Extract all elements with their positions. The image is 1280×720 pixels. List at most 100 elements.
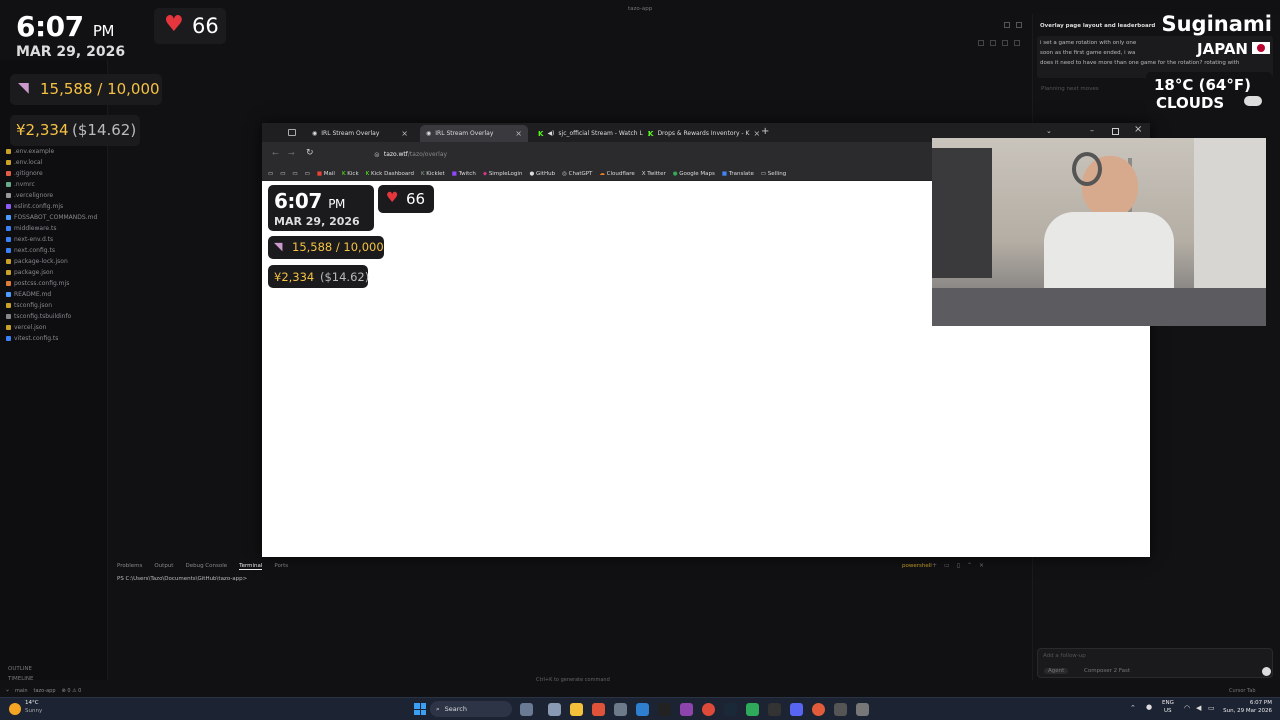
split-icon[interactable]: [1016, 22, 1022, 28]
app-icon[interactable]: [614, 703, 627, 716]
shell-name[interactable]: powershell: [902, 563, 932, 569]
file-item[interactable]: .gitignore: [6, 170, 43, 177]
bookmark-simplelogin[interactable]: ◆ SimpleLogin: [483, 171, 523, 177]
timeline-section[interactable]: TIMELINE: [8, 676, 33, 682]
refresh-icon[interactable]: [1002, 40, 1008, 46]
close-panel-icon[interactable]: ×: [979, 562, 984, 569]
windows-start-icon[interactable]: [414, 703, 426, 715]
cursor-icon[interactable]: [658, 703, 671, 716]
file-item[interactable]: package.json: [6, 269, 54, 276]
close-window-button[interactable]: ×: [1134, 124, 1142, 135]
terminal-prompt[interactable]: PS C:\Users\Tazo\Documents\GitHub\tazo-a…: [117, 576, 247, 582]
agent-mode-button[interactable]: Agent: [1044, 668, 1069, 674]
address-bar[interactable]: ⊜ tazo.wtf/tazo/overlay: [374, 148, 934, 161]
file-item[interactable]: package-lock.json: [6, 258, 68, 265]
app-icon[interactable]: [812, 703, 825, 716]
folder-icon[interactable]: ▭: [280, 171, 285, 177]
file-item[interactable]: .env.example: [6, 148, 54, 155]
tray-chevron-icon[interactable]: ⌃: [1130, 704, 1136, 712]
firefox-icon[interactable]: [592, 703, 605, 716]
file-item[interactable]: vitest.config.ts: [6, 335, 58, 342]
file-item[interactable]: postcss.config.mjs: [6, 280, 69, 287]
file-item[interactable]: FOSSABOT_COMMANDS.md: [6, 214, 97, 221]
desktop-icon[interactable]: [548, 703, 561, 716]
file-item[interactable]: tsconfig.json: [6, 302, 52, 309]
outline-section[interactable]: OUTLINE: [8, 666, 32, 672]
bookmark-selling[interactable]: ▭ Selling: [761, 171, 786, 177]
tab-debug-console[interactable]: Debug Console: [185, 563, 227, 569]
file-item[interactable]: next-env.d.ts: [6, 236, 53, 243]
bookmark-mail[interactable]: ■ Mail: [317, 171, 335, 177]
bookmark-chatgpt[interactable]: ◎ ChatGPT: [562, 171, 592, 177]
add-terminal-icon[interactable]: +: [932, 562, 937, 569]
tab-problems[interactable]: Problems: [117, 563, 142, 569]
tab-actions-icon[interactable]: [288, 129, 296, 136]
new-tab-button[interactable]: +: [761, 126, 769, 137]
volume-icon[interactable]: ◀: [1196, 704, 1201, 712]
close-tab-icon[interactable]: ×: [401, 129, 408, 138]
cursor-tab-status[interactable]: Cursor Tab: [1229, 688, 1256, 694]
browser-tab[interactable]: K Drops & Rewards Inventory - K ×: [642, 125, 760, 142]
maximize-panel-icon[interactable]: ⌃: [967, 562, 972, 569]
taskbar-weather-temp[interactable]: 14°C: [25, 700, 39, 706]
tab-output[interactable]: Output: [154, 563, 173, 569]
browser-tab[interactable]: ◉ IRL Stream Overlay ×: [306, 125, 414, 142]
branch-name[interactable]: main: [15, 688, 28, 694]
bookmark-kick[interactable]: K Kick: [342, 171, 359, 177]
file-item[interactable]: README.md: [6, 291, 51, 298]
bookmark-kick-dashboard[interactable]: K Kick Dashboard: [366, 171, 414, 177]
collapse-icon[interactable]: [1014, 40, 1020, 46]
folder-icon[interactable]: ▭: [305, 171, 310, 177]
tab-terminal[interactable]: Terminal: [239, 563, 263, 570]
new-folder-icon[interactable]: [990, 40, 996, 46]
tab-ports[interactable]: Ports: [274, 563, 288, 569]
folder-icon[interactable]: ▭: [292, 171, 297, 177]
site-info-icon[interactable]: ⊜: [374, 151, 380, 159]
battery-icon[interactable]: ▭: [1208, 704, 1215, 712]
mic-icon[interactable]: ●: [1146, 703, 1152, 711]
vscode-icon[interactable]: [636, 703, 649, 716]
wifi-icon[interactable]: ◠: [1184, 704, 1190, 712]
file-item[interactable]: tsconfig.tsbuildinfo: [6, 313, 71, 320]
file-item[interactable]: .vercelignore: [6, 192, 53, 199]
trash-icon[interactable]: ▯: [957, 562, 960, 569]
chat-input[interactable]: Add a follow-up: [1043, 653, 1086, 659]
bookmark-kicklet[interactable]: K Kicklet: [421, 171, 445, 177]
bookmark-github[interactable]: ● GitHub: [529, 171, 555, 177]
back-icon[interactable]: ←: [272, 149, 279, 158]
taskbar-search[interactable]: ⌕ Search: [430, 701, 512, 717]
browser-tab-active[interactable]: ◉ IRL Stream Overlay ×: [420, 125, 528, 142]
layout-icon[interactable]: [1004, 22, 1010, 28]
weather-sun-icon[interactable]: [9, 703, 21, 715]
app-icon[interactable]: [768, 703, 781, 716]
forward-icon[interactable]: →: [288, 149, 295, 158]
close-tab-icon[interactable]: ×: [515, 129, 522, 138]
minimize-button[interactable]: –: [1090, 126, 1094, 135]
send-icon[interactable]: [1262, 667, 1271, 676]
taskbar-weather-desc[interactable]: Sunny: [25, 708, 42, 714]
xbox-icon[interactable]: [746, 703, 759, 716]
app-icon[interactable]: [834, 703, 847, 716]
browser-tab[interactable]: K ◀) sjc_official Stream - Watch L ×: [532, 125, 654, 142]
chrome-icon[interactable]: [702, 703, 715, 716]
reload-icon[interactable]: ↻: [306, 148, 314, 158]
discord-icon[interactable]: [790, 703, 803, 716]
file-explorer-icon[interactable]: [570, 703, 583, 716]
file-item[interactable]: middleware.ts: [6, 225, 56, 232]
bookmark-twitter[interactable]: X Twitter: [642, 171, 666, 177]
bookmark-translate[interactable]: ■ Translate: [722, 171, 754, 177]
maximize-button[interactable]: [1112, 128, 1119, 135]
split-terminal-icon[interactable]: ▭: [944, 562, 950, 569]
file-item[interactable]: eslint.config.mjs: [6, 203, 63, 210]
chat-input-box[interactable]: Add a follow-up Agent Composer 2 Fast: [1037, 648, 1273, 678]
file-item[interactable]: vercel.json: [6, 324, 46, 331]
folder-icon[interactable]: ▭: [268, 171, 273, 177]
model-selector[interactable]: Composer 2 Fast: [1084, 668, 1130, 674]
steam-icon[interactable]: [724, 703, 737, 716]
chevron-down-icon[interactable]: ⌄: [1046, 127, 1052, 135]
settings-icon[interactable]: [856, 703, 869, 716]
app-icon[interactable]: [680, 703, 693, 716]
file-item[interactable]: .env.local: [6, 159, 42, 166]
problems-count[interactable]: ⊗ 0 ⚠ 0: [62, 688, 82, 694]
file-item[interactable]: next.config.ts: [6, 247, 55, 254]
